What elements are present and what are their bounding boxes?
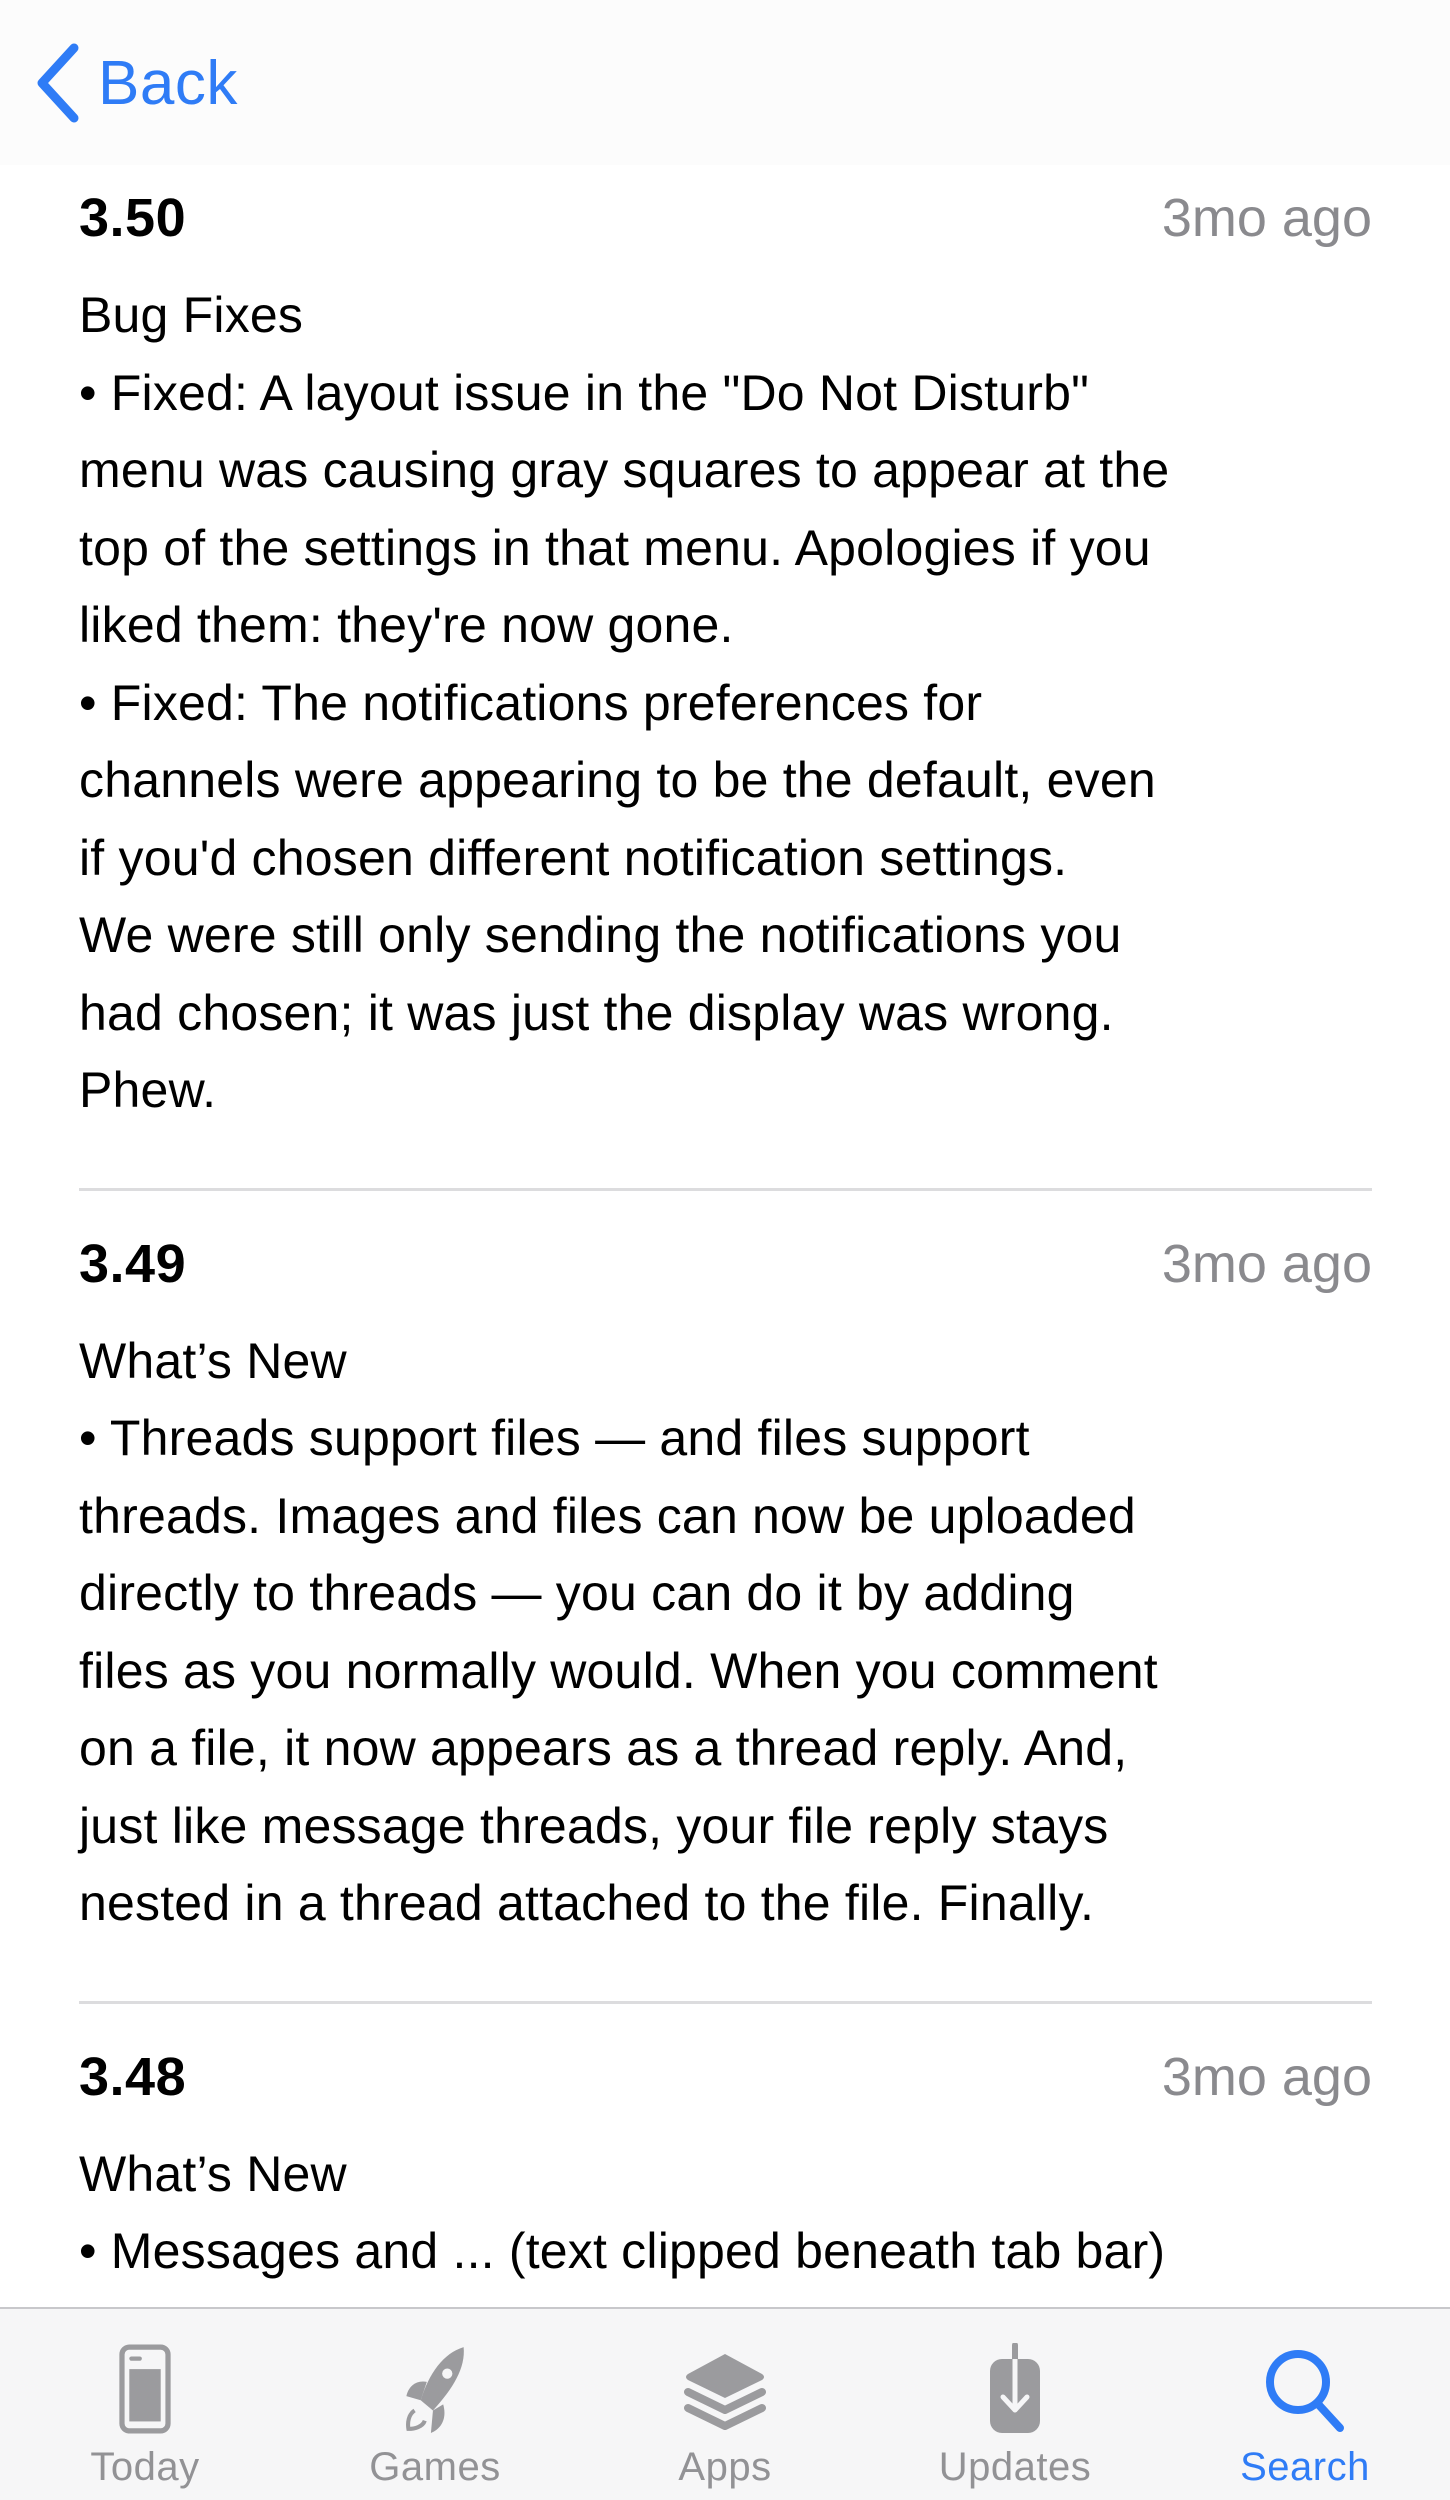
tab-updates[interactable]: Updates (870, 2309, 1160, 2500)
search-icon (1266, 2350, 1344, 2432)
version-number: 3.49 (79, 1233, 187, 1294)
version-entry: 3.49 3mo ago What’s New • Threads suppor… (79, 1233, 1372, 2004)
version-entry: 3.48 3mo ago What’s New • Messages and .… (79, 2046, 1372, 2291)
tab-bar: Today Games Apps Updates Search (0, 2307, 1450, 2500)
tab-games[interactable]: Games (290, 2309, 580, 2500)
tab-label: Search (1240, 2445, 1370, 2489)
navigation-header: Back (0, 0, 1450, 165)
version-number: 3.50 (79, 188, 187, 248)
tab-apps[interactable]: Apps (580, 2309, 870, 2500)
rocket-icon (406, 2347, 464, 2433)
release-notes: What’s New • Messages and ... (text clip… (79, 2145, 1166, 2280)
tab-label: Today (90, 2445, 200, 2489)
tab-label: Apps (678, 2445, 772, 2489)
tab-search[interactable]: Search (1160, 2309, 1450, 2500)
tab-label: Updates (938, 2445, 1092, 2489)
divider (79, 2000, 1372, 2004)
release-notes: Bug Fixes • Fixed: A layout issue in the… (79, 287, 1170, 1118)
release-notes: What’s New • Threads support files — and… (79, 1332, 1158, 1932)
download-icon (990, 2343, 1040, 2433)
release-date: 3mo ago (1161, 1233, 1372, 1294)
tab-label: Games (369, 2445, 501, 2489)
today-icon (119, 2344, 171, 2434)
chevron-left-icon (37, 43, 79, 123)
version-history-list: 3.50 3mo ago Bug Fixes • Fixed: A layout… (79, 165, 1372, 2291)
version-entry: 3.50 3mo ago Bug Fixes • Fixed: A layout… (79, 187, 1372, 1191)
back-label: Back (98, 48, 238, 118)
release-date: 3mo ago (1161, 2046, 1372, 2107)
layers-icon (684, 2354, 766, 2430)
version-number: 3.48 (79, 2046, 187, 2107)
tab-today[interactable]: Today (0, 2309, 290, 2500)
divider (79, 1187, 1372, 1191)
release-date: 3mo ago (1161, 188, 1372, 248)
back-button[interactable]: Back (30, 38, 238, 128)
